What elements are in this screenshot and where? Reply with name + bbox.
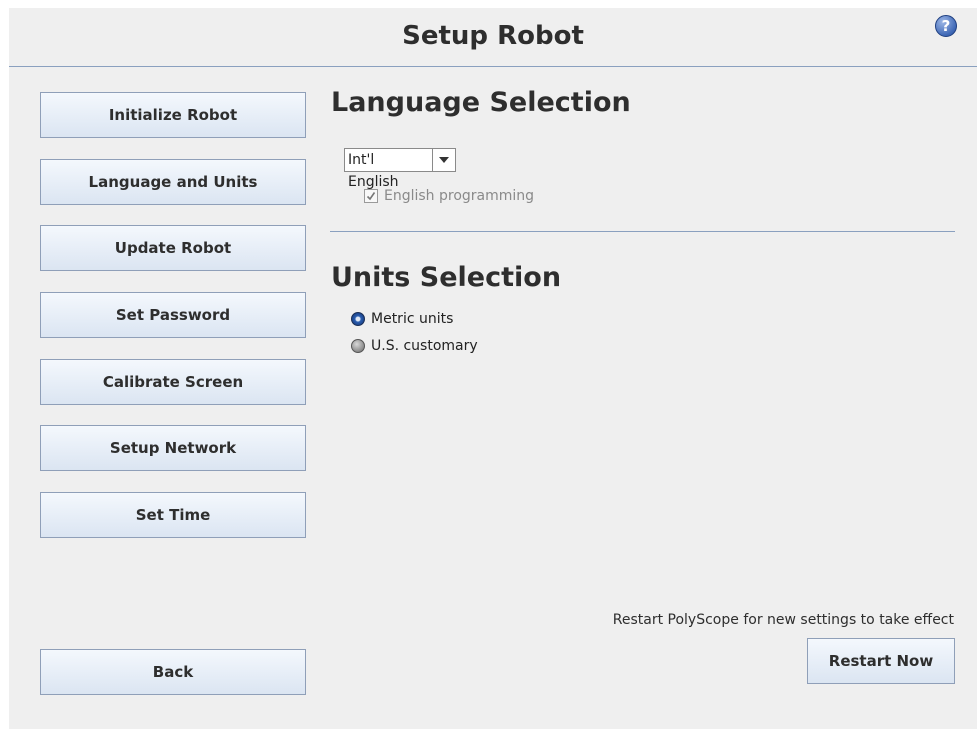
language-and-units-button[interactable]: Language and Units	[40, 159, 306, 205]
setup-robot-screen: Setup Robot ? Initialize Robot Language …	[9, 8, 977, 729]
back-button[interactable]: Back	[40, 649, 306, 695]
english-programming-checkbox[interactable]	[364, 189, 378, 203]
help-icon[interactable]: ?	[935, 15, 957, 37]
english-programming-option[interactable]: English programming	[364, 188, 534, 204]
metric-units-radio[interactable]	[351, 312, 365, 326]
language-dropdown-value: Int'l English	[345, 149, 433, 190]
section-divider	[330, 231, 955, 232]
us-customary-label: U.S. customary	[371, 338, 478, 354]
initialize-robot-button[interactable]: Initialize Robot	[40, 92, 306, 138]
header-bar: Setup Robot ?	[9, 8, 977, 67]
metric-units-option[interactable]: Metric units	[351, 311, 453, 327]
metric-units-label: Metric units	[371, 311, 454, 327]
calibrate-screen-button[interactable]: Calibrate Screen	[40, 359, 306, 405]
language-selection-title: Language Selection	[331, 87, 631, 118]
page-title: Setup Robot	[402, 21, 584, 51]
update-robot-button[interactable]: Update Robot	[40, 225, 306, 271]
setup-network-button[interactable]: Setup Network	[40, 425, 306, 471]
us-customary-option[interactable]: U.S. customary	[351, 338, 478, 354]
units-selection-title: Units Selection	[331, 262, 562, 293]
restart-message: Restart PolyScope for new settings to ta…	[612, 612, 954, 628]
english-programming-label: English programming	[384, 188, 535, 204]
set-time-button[interactable]: Set Time	[40, 492, 306, 538]
restart-now-button[interactable]: Restart Now	[807, 638, 955, 684]
us-customary-radio[interactable]	[351, 339, 365, 353]
chevron-down-icon[interactable]	[433, 149, 455, 171]
set-password-button[interactable]: Set Password	[40, 292, 306, 338]
language-dropdown[interactable]: Int'l English	[344, 148, 456, 190]
